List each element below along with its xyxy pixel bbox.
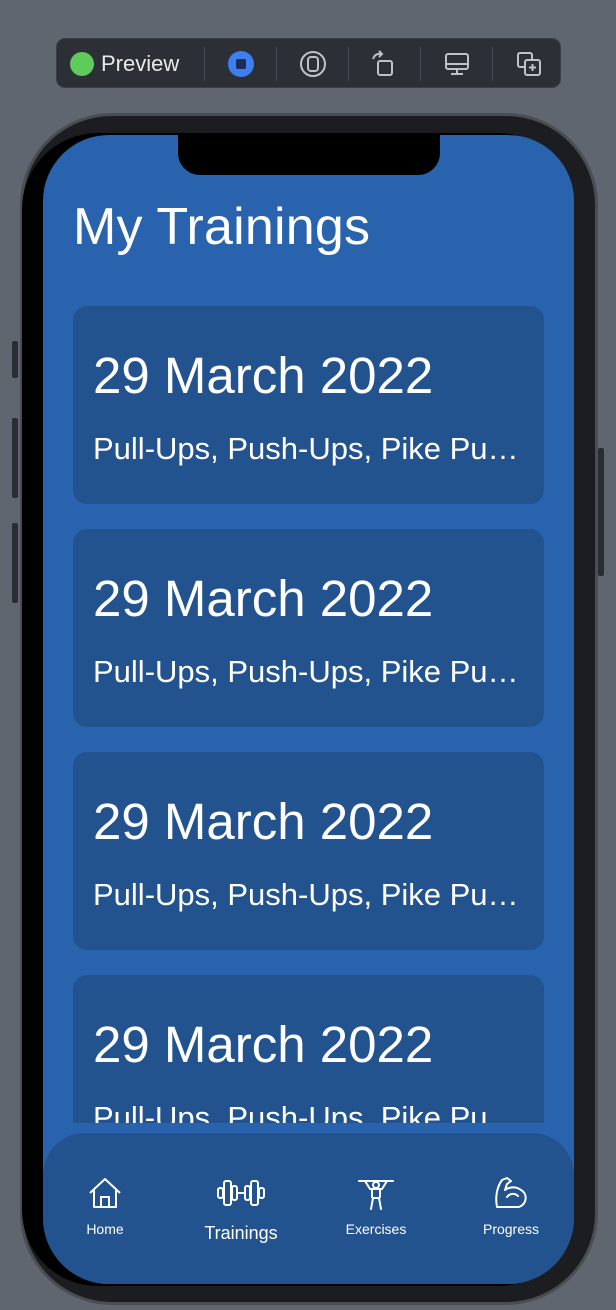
volume-up-button <box>12 418 18 498</box>
bicep-icon <box>495 1177 527 1208</box>
variant-icon[interactable] <box>297 48 329 80</box>
live-stop-icon[interactable] <box>225 48 257 80</box>
toolbar-divider <box>420 47 421 81</box>
preview-label: Preview <box>101 51 180 76</box>
mute-switch <box>12 341 18 378</box>
device-settings-icon[interactable] <box>441 48 473 80</box>
home-icon <box>89 1178 121 1208</box>
rotate-icon[interactable] <box>367 48 399 80</box>
exercise-figure-icon <box>358 1180 394 1210</box>
training-exercises: Pull-Ups, Push-Ups, Pike Push-Ups <box>93 877 533 912</box>
tab-trainings[interactable]: Trainings <box>181 1173 301 1253</box>
training-card[interactable]: 29 March 2022 Pull-Ups, Push-Ups, Pike P… <box>73 529 544 727</box>
training-date: 29 March 2022 <box>93 570 434 627</box>
page-title: My Trainings <box>73 198 371 256</box>
training-date: 29 March 2022 <box>93 793 434 850</box>
trainings-list[interactable]: 29 March 2022 Pull-Ups, Push-Ups, Pike P… <box>73 306 544 1123</box>
tab-exercises[interactable]: Exercises <box>316 1173 436 1253</box>
toolbar-divider <box>204 47 205 81</box>
tab-progress[interactable]: Progress <box>451 1173 571 1253</box>
toolbar-divider <box>348 47 349 81</box>
training-exercises: Pull-Ups, Push-Ups, Pike Push-Ups <box>93 1100 533 1123</box>
tab-home[interactable]: Home <box>45 1173 165 1253</box>
app-screen: My Trainings 29 March 2022 Pull-Ups, Pus… <box>43 135 574 1284</box>
training-date: 29 March 2022 <box>93 347 434 404</box>
tab-label: Progress <box>482 1221 540 1237</box>
toolbar-divider <box>276 47 277 81</box>
training-card[interactable]: 29 March 2022 Pull-Ups, Push-Ups, Pike P… <box>73 752 544 950</box>
tab-bar: Home Trainings Exercises Progress <box>43 1133 574 1284</box>
tab-label: Exercises <box>345 1221 407 1237</box>
power-button <box>598 448 604 576</box>
training-card[interactable]: 29 March 2022 Pull-Ups, Push-Ups, Pike P… <box>73 975 544 1123</box>
training-exercises: Pull-Ups, Push-Ups, Pike Push-Ups <box>93 654 533 689</box>
tab-label: Trainings <box>204 1223 278 1243</box>
dumbbell-icon <box>217 1180 265 1206</box>
tab-label: Home <box>86 1221 124 1237</box>
preview-toolbar: Preview <box>56 38 561 88</box>
training-exercises: Pull-Ups, Push-Ups, Pike Push-Ups <box>93 431 533 466</box>
live-status-indicator <box>70 52 94 76</box>
volume-down-button <box>12 523 18 603</box>
notch <box>178 135 440 175</box>
duplicate-icon[interactable] <box>513 48 545 80</box>
training-card[interactable]: 29 March 2022 Pull-Ups, Push-Ups, Pike P… <box>73 306 544 504</box>
toolbar-divider <box>492 47 493 81</box>
training-date: 29 March 2022 <box>93 1016 434 1073</box>
